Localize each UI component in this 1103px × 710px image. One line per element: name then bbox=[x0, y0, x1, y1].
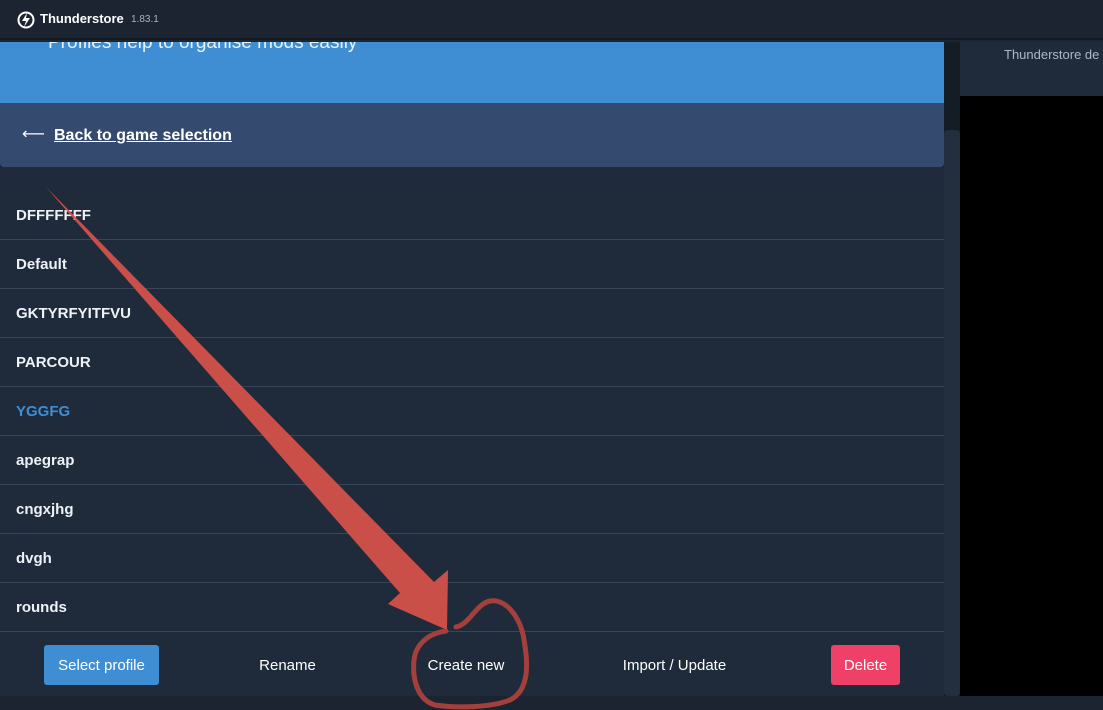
profile-actions-bar: Select profile Rename Create new Import … bbox=[0, 632, 944, 696]
profile-row[interactable]: apegrap bbox=[0, 436, 944, 485]
back-to-game-selection-link[interactable]: Back to game selection bbox=[54, 127, 232, 145]
profile-name: YGGFG bbox=[16, 402, 71, 420]
profile-row-selected[interactable]: YGGFG bbox=[0, 387, 944, 436]
profile-name: PARCOUR bbox=[16, 353, 91, 371]
profile-row[interactable]: GKTYRFYITFVU bbox=[0, 289, 944, 338]
scrollbar[interactable] bbox=[944, 130, 960, 696]
profile-row[interactable]: Default bbox=[0, 240, 944, 289]
profile-name: GKTYRFYITFVU bbox=[16, 304, 131, 322]
hero-banner: Profiles help to organise mods easily bbox=[0, 42, 944, 103]
profile-name: cngxjhg bbox=[16, 500, 74, 518]
profile-row[interactable]: rounds bbox=[0, 583, 944, 632]
thunderstore-logo-icon bbox=[17, 11, 35, 29]
delete-button[interactable]: Delete bbox=[831, 645, 900, 685]
select-profile-button[interactable]: Select profile bbox=[44, 645, 159, 685]
profile-name: rounds bbox=[16, 598, 67, 616]
title-bar: Thunderstore 1.83.1 bbox=[0, 0, 1103, 40]
side-panel-content bbox=[960, 96, 1103, 696]
back-arrow-icon[interactable]: ⟵ bbox=[22, 124, 45, 144]
app-name: Thunderstore bbox=[40, 11, 124, 26]
import-update-button[interactable]: Import / Update bbox=[612, 645, 737, 685]
profile-row[interactable]: PARCOUR bbox=[0, 338, 944, 387]
create-new-button[interactable]: Create new bbox=[420, 645, 512, 685]
profile-list: DFFFFFFF Default GKTYRFYITFVU PARCOUR YG… bbox=[0, 191, 944, 632]
bottom-bar bbox=[0, 696, 1103, 710]
profile-name: apegrap bbox=[16, 451, 75, 469]
profile-name: dvgh bbox=[16, 549, 52, 567]
profile-row[interactable]: dvgh bbox=[0, 534, 944, 583]
hero-subtitle: Profiles help to organise mods easily bbox=[48, 42, 358, 53]
profile-name: Default bbox=[16, 255, 67, 273]
profile-row[interactable]: cngxjhg bbox=[0, 485, 944, 534]
side-panel-text: Thunderstore de bbox=[1004, 47, 1100, 62]
side-panel: Thunderstore de bbox=[960, 42, 1103, 96]
profile-row[interactable]: DFFFFFFF bbox=[0, 191, 944, 240]
profile-name: DFFFFFFF bbox=[16, 206, 91, 224]
app-version: 1.83.1 bbox=[131, 14, 159, 25]
rename-button[interactable]: Rename bbox=[240, 645, 335, 685]
